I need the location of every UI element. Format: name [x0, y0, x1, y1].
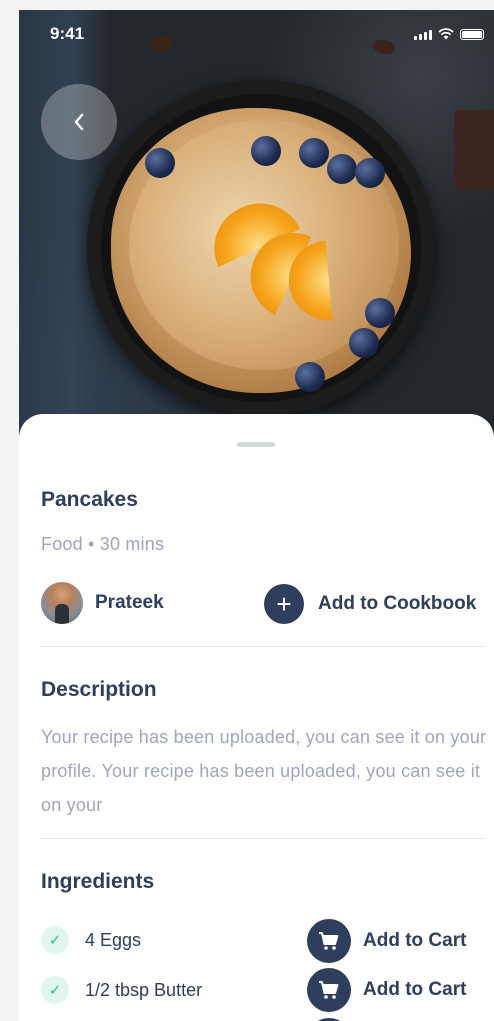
add-to-cookbook-button[interactable]: + Add to Cookbook: [264, 584, 476, 624]
add-to-cart-button[interactable]: Add to Cart: [307, 968, 466, 1012]
ingredient-name: 4 Eggs: [85, 929, 142, 950]
cart-icon: [319, 981, 339, 999]
recipe-details-sheet: Pancakes Food • 30 mins Prateek + Add to…: [19, 414, 494, 1021]
author-profile[interactable]: Prateek: [41, 582, 164, 624]
back-chevron-icon: [74, 113, 84, 131]
signal-icon: [414, 30, 432, 40]
sheet-drag-handle[interactable]: [237, 442, 275, 447]
description-text: Your recipe has been uploaded, you can s…: [41, 727, 487, 815]
recipe-detail-screen: 9:41 Pancakes Food • 30 mins Prateek + A…: [19, 10, 494, 1021]
plus-icon: +: [264, 584, 304, 624]
add-to-cart-button[interactable]: Add to Cart: [307, 919, 466, 963]
cart-icon: [319, 932, 339, 950]
status-time: 9:41: [50, 24, 85, 43]
check-icon: ✓: [41, 926, 69, 954]
status-bar: 9:41: [19, 10, 494, 60]
recipe-hero-image: [19, 10, 494, 440]
check-icon: ✓: [41, 976, 69, 1004]
ingredients-heading: Ingredients: [41, 870, 155, 893]
list-item: ✓ 1/2 tbsp Butter: [41, 976, 202, 1004]
avatar: [41, 582, 83, 624]
author-name: Prateek: [95, 592, 164, 613]
ingredient-name: 1/2 tbsp Butter: [85, 979, 203, 1000]
battery-icon: [460, 29, 484, 40]
recipe-meta: Food • 30 mins: [41, 534, 165, 554]
divider: [41, 646, 484, 647]
list-item: ✓ 4 Eggs: [41, 926, 141, 954]
add-to-cookbook-label: Add to Cookbook: [318, 593, 477, 614]
add-to-cart-label: Add to Cart: [363, 979, 467, 1000]
recipe-title: Pancakes: [41, 488, 138, 511]
description-heading: Description: [41, 678, 157, 701]
divider: [41, 838, 484, 839]
add-to-cart-label: Add to Cart: [363, 930, 467, 951]
back-button[interactable]: [41, 84, 117, 160]
wifi-icon: [438, 28, 454, 40]
